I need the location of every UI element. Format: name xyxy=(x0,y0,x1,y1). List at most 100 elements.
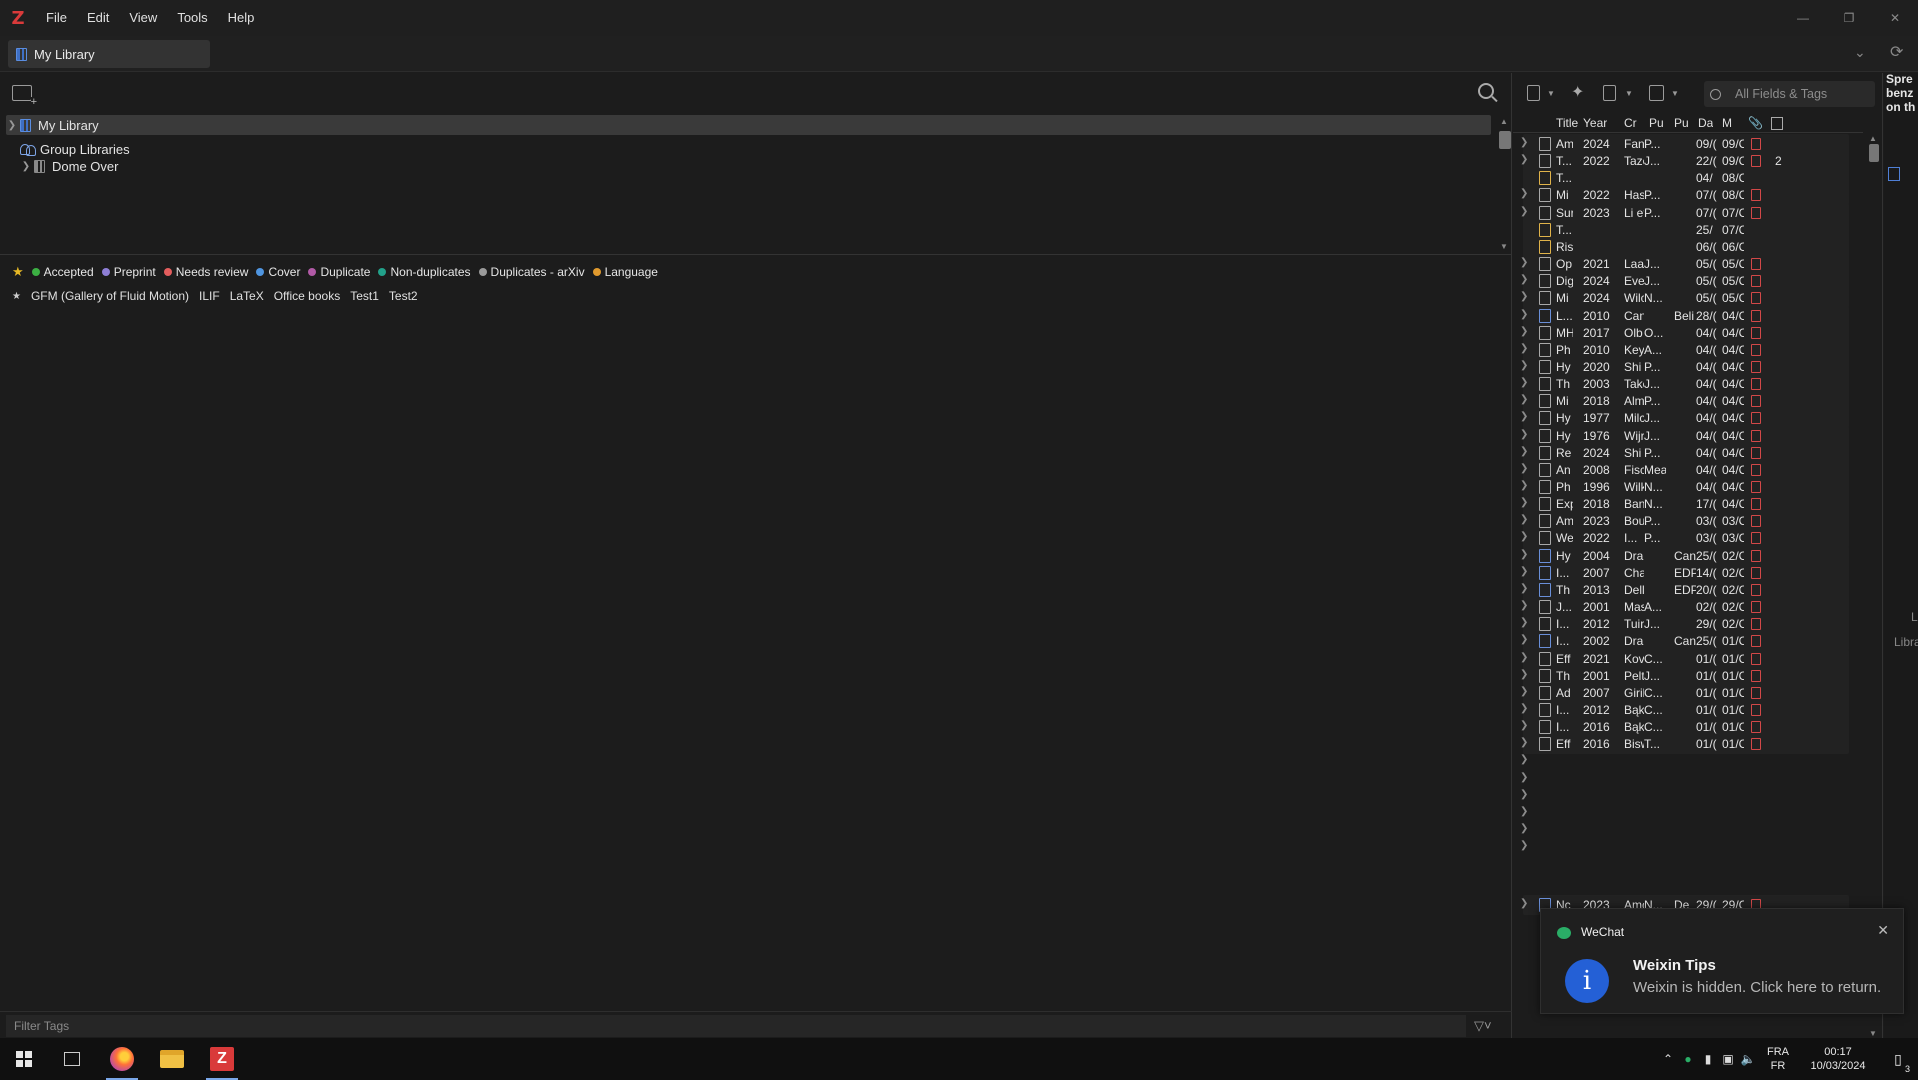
chevron-right-icon[interactable]: ❯ xyxy=(1520,789,1530,800)
scrollbar-thumb[interactable] xyxy=(1869,144,1879,162)
pdf-attachment-icon[interactable] xyxy=(1751,309,1761,322)
chevron-right-icon[interactable]: ❯ xyxy=(1520,806,1530,817)
column-publisher[interactable]: Pu xyxy=(1674,116,1689,130)
chevron-right-icon[interactable]: ❯ xyxy=(1520,754,1530,765)
language-indicator[interactable]: FRA FR xyxy=(1758,1045,1798,1073)
chevron-right-icon[interactable]: ❯ xyxy=(1520,549,1530,560)
chevron-right-icon[interactable]: ❯ xyxy=(1520,360,1530,371)
close-window-button[interactable]: ✕ xyxy=(1872,0,1918,36)
scrollbar-thumb[interactable] xyxy=(1499,131,1511,149)
chevron-right-icon[interactable]: ❯ xyxy=(1520,737,1530,748)
pdf-attachment-icon[interactable] xyxy=(1751,292,1761,305)
chevron-right-icon[interactable]: ❯ xyxy=(1520,772,1530,783)
chevron-right-icon[interactable]: ❯ xyxy=(1520,898,1530,909)
collection-my-library[interactable]: ❯ My Library xyxy=(6,115,1491,135)
pdf-attachment-icon[interactable] xyxy=(1751,412,1761,425)
chevron-down-icon[interactable]: ▼ xyxy=(1547,89,1555,98)
tag-needs-review[interactable]: Needs review xyxy=(163,265,248,279)
pdf-attachment-icon[interactable] xyxy=(1751,532,1761,545)
scroll-down-icon[interactable]: ▼ xyxy=(1869,1029,1877,1038)
tag-gfm-gallery-of-fluid-motion-[interactable]: GFM (Gallery of Fluid Motion) xyxy=(31,289,189,303)
pdf-attachment-icon[interactable] xyxy=(1751,189,1761,202)
pdf-attachment-icon[interactable] xyxy=(1751,652,1761,665)
chevron-right-icon[interactable]: ❯ xyxy=(1520,669,1530,680)
tag-duplicate[interactable]: Duplicate xyxy=(308,265,370,279)
chevron-right-icon[interactable]: ❯ xyxy=(1520,652,1530,663)
scroll-down-icon[interactable]: ▼ xyxy=(1500,242,1508,251)
items-search-field[interactable]: All Fields & Tags xyxy=(1704,81,1875,107)
battery-icon[interactable]: ▮ xyxy=(1698,1052,1718,1066)
chevron-right-icon[interactable]: ❯ xyxy=(1520,497,1530,508)
pdf-attachment-icon[interactable] xyxy=(1751,395,1761,408)
tag-non-duplicates[interactable]: Non-duplicates xyxy=(378,265,471,279)
chevron-down-icon[interactable]: ▼ xyxy=(1625,89,1633,98)
pdf-attachment-icon[interactable] xyxy=(1751,360,1761,373)
column-creator[interactable]: Cr xyxy=(1624,116,1637,130)
pdf-attachment-icon[interactable] xyxy=(1751,378,1761,391)
tag-cover[interactable]: Cover xyxy=(256,265,300,279)
pdf-attachment-icon[interactable] xyxy=(1751,703,1761,716)
chevron-right-icon[interactable]: ❯ xyxy=(20,161,32,172)
chevron-right-icon[interactable]: ❯ xyxy=(1520,257,1530,268)
pdf-attachment-icon[interactable] xyxy=(1751,498,1761,511)
zotero-taskbar-button[interactable]: Z xyxy=(198,1038,246,1080)
tag-ilif[interactable]: ILIF xyxy=(199,289,220,303)
tag-accepted[interactable]: Accepted xyxy=(31,265,94,279)
chevron-right-icon[interactable]: ❯ xyxy=(1520,703,1530,714)
pdf-attachment-icon[interactable] xyxy=(1751,738,1761,751)
search-icon[interactable] xyxy=(1478,83,1494,99)
pdf-attachment-icon[interactable] xyxy=(1751,618,1761,631)
chevron-right-icon[interactable]: ❯ xyxy=(1520,840,1530,851)
menu-help[interactable]: Help xyxy=(218,0,265,36)
pdf-attachment-icon[interactable] xyxy=(1751,138,1761,150)
pdf-attachment-icon[interactable] xyxy=(1751,463,1761,476)
column-year[interactable]: Year xyxy=(1583,116,1607,130)
tag-test2[interactable]: Test2 xyxy=(389,289,418,303)
sync-icon[interactable]: ⟳ xyxy=(1890,42,1903,62)
chevron-right-icon[interactable]: ❯ xyxy=(1520,377,1530,388)
pdf-attachment-icon[interactable] xyxy=(1751,566,1761,579)
new-item-icon[interactable] xyxy=(1527,85,1540,101)
volume-icon[interactable]: 🔈 xyxy=(1738,1052,1758,1066)
chevron-down-icon[interactable]: ▼ xyxy=(1671,89,1679,98)
chevron-right-icon[interactable]: ❯ xyxy=(1520,823,1530,834)
chevron-right-icon[interactable]: ❯ xyxy=(1520,137,1530,148)
chevron-right-icon[interactable]: ❯ xyxy=(1520,531,1530,542)
pdf-attachment-icon[interactable] xyxy=(1751,481,1761,493)
items-scrollbar[interactable]: ▲ ▼ xyxy=(1867,134,1881,1038)
notification-center-button[interactable]: ▯ 3 xyxy=(1878,1051,1918,1074)
wechat-tray-icon[interactable]: ● xyxy=(1678,1052,1698,1066)
chevron-right-icon[interactable]: ❯ xyxy=(1520,343,1530,354)
tag-duplicates-arxiv[interactable]: Duplicates - arXiv xyxy=(478,265,585,279)
pdf-attachment-icon[interactable] xyxy=(1751,583,1761,596)
tab-my-library[interactable]: My Library xyxy=(8,40,210,68)
minimize-button[interactable]: — xyxy=(1780,0,1826,36)
chevron-right-icon[interactable]: ❯ xyxy=(1520,600,1530,611)
item-row[interactable]: ❯ xyxy=(1513,837,1859,858)
attachment-column-icon[interactable]: 📎 xyxy=(1748,116,1763,130)
menu-view[interactable]: View xyxy=(119,0,167,36)
network-icon[interactable]: ▣ xyxy=(1718,1052,1738,1066)
menu-tools[interactable]: Tools xyxy=(167,0,217,36)
pdf-attachment-icon[interactable] xyxy=(1751,669,1761,682)
chevron-right-icon[interactable]: ❯ xyxy=(1520,394,1530,405)
chevron-right-icon[interactable]: ❯ xyxy=(1520,583,1530,594)
chevron-right-icon[interactable]: ❯ xyxy=(1520,720,1530,731)
pdf-attachment-icon[interactable] xyxy=(1751,275,1761,288)
firefox-taskbar-button[interactable] xyxy=(98,1038,146,1080)
collection-group[interactable]: ❯ Dome Over xyxy=(20,156,119,176)
chevron-right-icon[interactable]: ❯ xyxy=(1520,206,1530,217)
tag-office-books[interactable]: Office books xyxy=(274,289,340,303)
chevron-right-icon[interactable]: ❯ xyxy=(1520,309,1530,320)
column-modified[interactable]: M xyxy=(1722,116,1732,130)
start-button[interactable] xyxy=(0,1038,48,1080)
filter-icon[interactable]: ▽˅ xyxy=(1474,1018,1492,1034)
column-date-added[interactable]: Da xyxy=(1698,116,1713,130)
pdf-attachment-icon[interactable] xyxy=(1751,601,1761,614)
tag-latex[interactable]: LaTeX xyxy=(230,289,264,303)
new-collection-icon[interactable] xyxy=(12,85,37,107)
pdf-attachment-icon[interactable] xyxy=(1751,635,1761,648)
chevron-right-icon[interactable]: ❯ xyxy=(1520,617,1530,628)
pdf-attachment-icon[interactable] xyxy=(1751,549,1761,562)
chevron-right-icon[interactable]: ❯ xyxy=(1520,566,1530,577)
